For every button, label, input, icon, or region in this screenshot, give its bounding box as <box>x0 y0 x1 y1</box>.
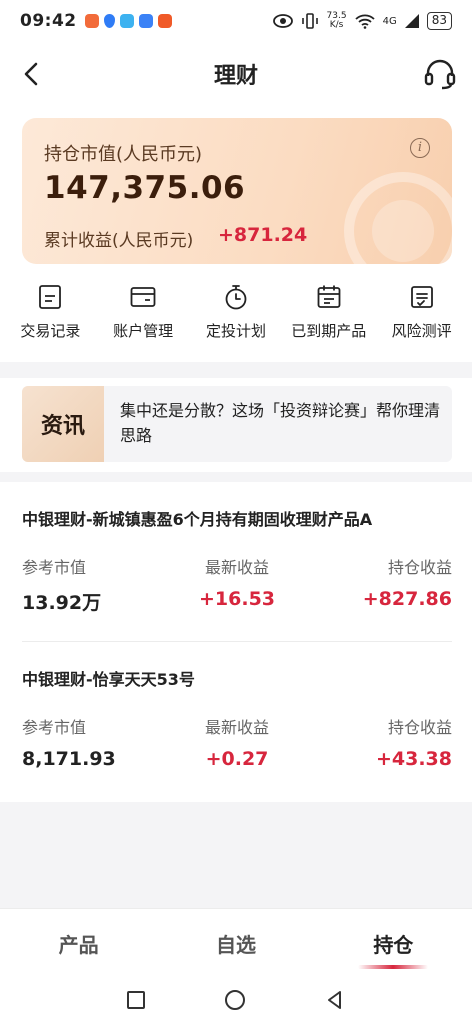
tab-holdings[interactable]: 持仓 <box>315 909 472 976</box>
menu-item-label: 风险测评 <box>391 322 452 340</box>
holding-name: 中银理财-怡享天天53号 <box>22 670 195 689</box>
active-tab-indicator <box>358 965 429 969</box>
home-icon[interactable] <box>225 990 245 1010</box>
holdings-summary-card[interactable]: 持仓市值(人民币元) i 147,375.06 累计收益(人民币元) +871.… <box>22 118 452 264</box>
menu-item-investment-plan[interactable]: 定投计划 <box>191 266 281 362</box>
stopwatch-icon <box>225 285 247 310</box>
eye-icon <box>272 14 293 28</box>
shield-notification-icon <box>103 14 115 28</box>
holding-income-label: 持仓收益 <box>387 718 452 737</box>
menu-item-expired-products[interactable]: 已到期产品 <box>284 266 374 362</box>
calendar-icon <box>317 285 341 308</box>
battery-indicator: 83 <box>426 12 452 30</box>
holding-name: 中银理财-新城镇惠盈6个月持有期固收理财产品A <box>22 510 373 529</box>
holding-item[interactable]: 中银理财-怡享天天53号 参考市值 最新收益 持仓收益 8,171.93 +0.… <box>22 666 452 786</box>
news-badge: 资讯 <box>22 386 104 462</box>
network-type: 4G <box>382 15 397 27</box>
coin-decoration <box>372 200 434 262</box>
divider <box>22 641 452 642</box>
cumulative-earnings-label: 累计收益(人民币元) <box>44 231 194 251</box>
tab-label: 自选 <box>215 933 256 957</box>
checklist-icon <box>410 286 433 308</box>
app-notification-icon <box>84 14 99 28</box>
tab-label: 持仓 <box>373 933 414 957</box>
menu-item-account-management[interactable]: 账户管理 <box>98 266 188 362</box>
market-value-label: 持仓市值(人民币元) <box>44 144 203 165</box>
app-notification-icon <box>157 14 172 28</box>
market-value-label: 参考市值 <box>22 558 87 577</box>
document-icon <box>39 285 62 309</box>
menu-item-label: 账户管理 <box>113 322 174 340</box>
page-title: 理财 <box>213 64 258 89</box>
chevron-left-icon[interactable] <box>20 60 44 88</box>
browser-notification-icon <box>138 14 153 28</box>
menu-item-label: 定投计划 <box>205 322 266 340</box>
wallet-card-icon <box>130 287 156 307</box>
tab-label: 产品 <box>58 933 99 957</box>
holding-latest-income: +0.27 <box>205 748 269 770</box>
latest-income-label: 最新收益 <box>204 718 269 737</box>
app-notification-icon <box>119 14 134 28</box>
holding-item[interactable]: 中银理财-新城镇惠盈6个月持有期固收理财产品A 参考市值 最新收益 持仓收益 1… <box>22 506 452 626</box>
network-speed: 73.5 K/s <box>326 11 347 30</box>
headset-icon[interactable] <box>422 56 458 92</box>
news-headline: 集中还是分散？这场「投资辩论赛」帮你理清思路 <box>120 401 441 445</box>
top-navigation: 理财 <box>0 42 472 106</box>
news-banner[interactable]: 资讯 集中还是分散？这场「投资辩论赛」帮你理清思路 <box>22 386 452 462</box>
menu-item-label: 已到期产品 <box>291 322 367 340</box>
info-icon[interactable]: i <box>410 138 430 158</box>
back-triangle-icon[interactable] <box>325 990 345 1010</box>
menu-item-risk-assessment[interactable]: 风险测评 <box>377 266 467 362</box>
menu-item-transaction-records[interactable]: 交易记录 <box>5 266 95 362</box>
system-navigation-bar <box>0 976 472 1024</box>
holding-market-value: 13.92万 <box>22 592 102 614</box>
holding-total-income: +43.38 <box>375 748 452 770</box>
signal-icon <box>404 14 419 28</box>
cumulative-earnings-value: +871.24 <box>218 224 308 246</box>
status-bar: 09:42 73.5 K/s 4G 83 <box>0 0 472 42</box>
bottom-tab-bar: 产品 自选 持仓 <box>0 908 472 976</box>
holdings-list: 中银理财-新城镇惠盈6个月持有期固收理财产品A 参考市值 最新收益 持仓收益 1… <box>0 482 472 802</box>
news-section: 资讯 集中还是分散？这场「投资辩论赛」帮你理清思路 <box>0 378 472 472</box>
holding-market-value: 8,171.93 <box>22 748 116 770</box>
holding-total-income: +827.86 <box>362 588 452 610</box>
holding-latest-income: +16.53 <box>198 588 276 610</box>
holding-income-label: 持仓收益 <box>387 558 452 577</box>
notification-icons <box>84 14 172 28</box>
vibrate-icon <box>301 13 318 29</box>
status-time: 09:42 <box>20 11 77 31</box>
menu-item-label: 交易记录 <box>20 322 81 340</box>
tab-watchlist[interactable]: 自选 <box>157 909 314 976</box>
market-value-label: 参考市值 <box>22 718 87 737</box>
market-value: 147,375.06 <box>44 170 246 206</box>
wifi-icon <box>354 14 375 29</box>
recent-apps-icon[interactable] <box>127 991 145 1009</box>
quick-menu: 交易记录 账户管理 定投计划 已到期产品 风险测评 <box>0 266 472 362</box>
tab-products[interactable]: 产品 <box>0 909 157 976</box>
latest-income-label: 最新收益 <box>204 558 269 577</box>
